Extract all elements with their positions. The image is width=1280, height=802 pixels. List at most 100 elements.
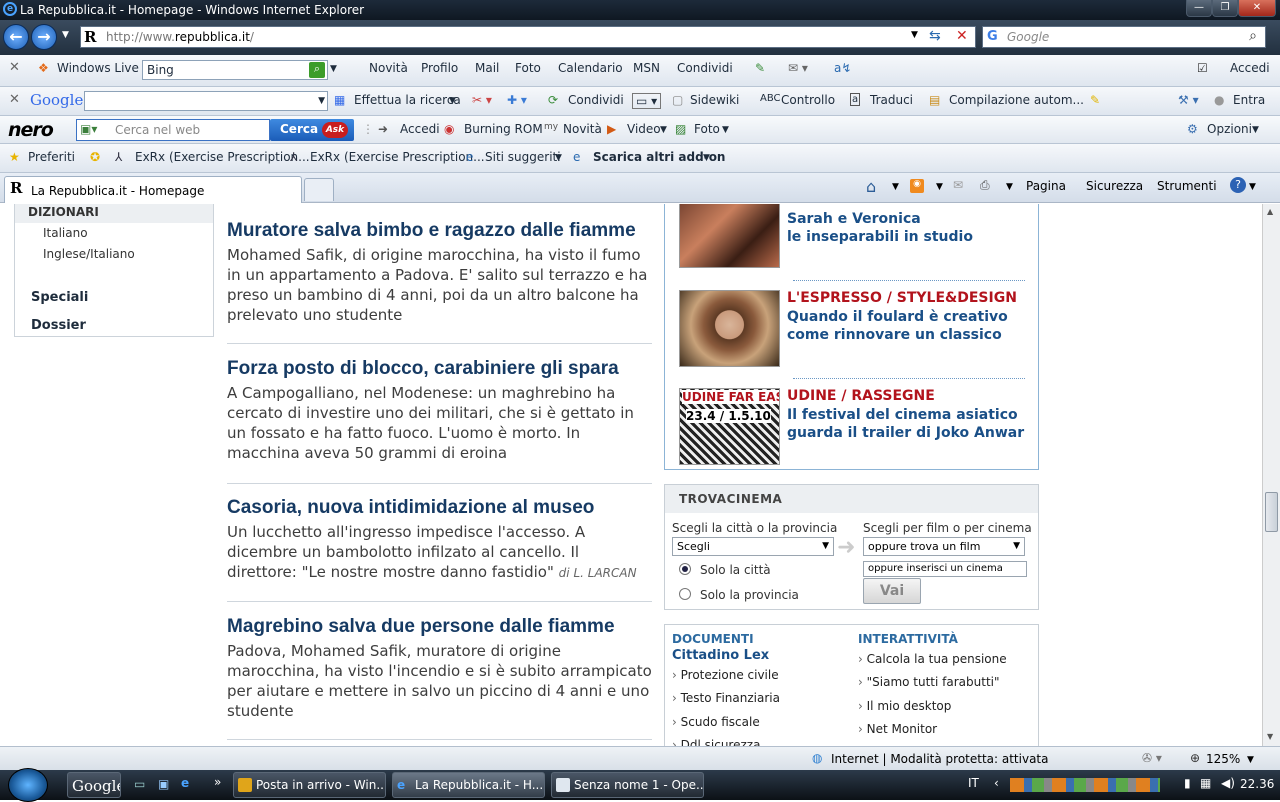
start-button[interactable] [8, 768, 48, 802]
live-item-calendario[interactable]: Calendario [558, 61, 623, 75]
close-toolbar-icon[interactable]: ✕ [9, 92, 20, 107]
scroll-down-icon[interactable]: ▼ [1267, 732, 1273, 741]
bing-dropdown-icon[interactable]: ▼ [330, 64, 337, 74]
rss-icon[interactable]: ◉ [910, 179, 924, 193]
story-headline[interactable]: Casoria, nuova intidimidazione al museo [227, 497, 652, 519]
film-select[interactable]: oppure trova un film ▼ [863, 537, 1025, 556]
nero-cerca-button[interactable]: Cerca Ask [270, 119, 354, 141]
close-window-button[interactable]: ✕ [1238, 0, 1276, 17]
popup-status-icon[interactable]: ✇ ▾ [1142, 751, 1162, 765]
plus-icon[interactable]: ✚ ▾ [507, 93, 527, 107]
vai-button[interactable]: Vai [863, 578, 921, 604]
doc-link[interactable]: Testo Finanziaria [672, 691, 780, 705]
promo-text[interactable]: le inseparabili in studio [787, 228, 973, 246]
bing-search-input[interactable]: Bing ⌕ [142, 60, 328, 80]
doc-link[interactable]: Ddl sicurezza [672, 738, 761, 746]
nero-novita[interactable]: Novità [563, 122, 602, 136]
nero-burning-rom[interactable]: Burning ROM [464, 122, 543, 136]
radio-solo-provincia[interactable] [679, 588, 691, 600]
history-dropdown-icon[interactable]: ▼ [62, 30, 69, 40]
promo-text[interactable]: come rinnovare un classico [787, 326, 1002, 344]
maximize-button[interactable]: ❐ [1212, 0, 1238, 17]
battery-icon[interactable]: ▮ [1184, 776, 1191, 790]
favorites-button[interactable]: Preferiti [28, 150, 75, 164]
promo-thumbnail[interactable] [679, 290, 780, 367]
sidebar-item-dossier[interactable]: Dossier [31, 318, 86, 333]
live-item-condividi[interactable]: Condividi [677, 61, 733, 75]
stop-icon[interactable]: ✕ [956, 28, 968, 44]
live-item-mail[interactable]: Mail [475, 61, 499, 75]
close-toolbar-icon[interactable]: ✕ [9, 60, 20, 75]
dropdown-icon[interactable]: ▼ [1252, 125, 1259, 135]
refresh-icon[interactable]: ⇆ [929, 28, 941, 44]
taskbar-item-browser[interactable]: e La Repubblica.it - H... [392, 772, 545, 798]
google-search-button[interactable]: Effettua la ricerca [354, 93, 461, 107]
address-dropdown-icon[interactable]: ▼ [911, 30, 918, 40]
address-bar[interactable]: R http://www.repubblica.it/ ▼ ⇆ ✕ [80, 26, 976, 48]
google-compilazione[interactable]: Compilazione autom... [949, 93, 1084, 107]
back-button[interactable]: ← [3, 24, 29, 50]
windows-live-brand[interactable]: Windows Live [57, 61, 139, 75]
fav-siti-suggeriti[interactable]: Siti suggeriti [485, 150, 561, 164]
nero-foto[interactable]: Foto [694, 122, 720, 136]
promo-thumbnail[interactable] [679, 204, 780, 268]
fav-exrx-2[interactable]: ExRx (Exercise Prescription... [310, 150, 485, 164]
tab-repubblica[interactable]: R La Repubblica.it - Homepage [4, 176, 302, 203]
promo-thumbnail[interactable]: UDINE FAR EAS 23.4 / 1.5.10 [679, 388, 780, 465]
doc-link[interactable]: Protezione civile [672, 668, 779, 682]
sidebar-item-inglese[interactable]: Inglese/Italiano [43, 247, 135, 261]
sidebar-item-italiano[interactable]: Italiano [43, 226, 88, 240]
taskbar-item-mail[interactable]: Posta in arrivo - Win... [233, 772, 386, 798]
zoom-dropdown-icon[interactable]: ▼ [1247, 755, 1254, 765]
new-tab-button[interactable] [304, 178, 334, 201]
desktop-icon[interactable]: ▭ [134, 777, 145, 791]
cinema-input[interactable]: oppure inserisci un cinema [863, 561, 1027, 577]
share-icon[interactable]: ✎ [755, 61, 765, 75]
google-dropdown-icon[interactable]: ▼ [318, 96, 325, 106]
clock[interactable]: 22.36 [1240, 777, 1274, 791]
google-sidewiki[interactable]: Sidewiki [690, 93, 739, 107]
promo-text[interactable]: Sarah e Veronica [787, 210, 921, 228]
google-traduci[interactable]: Traduci [870, 93, 913, 107]
live-item-profilo[interactable]: Profilo [421, 61, 458, 75]
scroll-up-icon[interactable]: ▲ [1267, 207, 1273, 216]
dropdown-icon[interactable]: ▼ [449, 96, 456, 106]
story-headline[interactable]: Forza posto di blocco, carabiniere gli s… [227, 358, 652, 380]
zoom-level[interactable]: 125% [1206, 752, 1240, 766]
promo-category[interactable]: L'ESPRESSO / STYLE&DESIGN [787, 290, 1017, 306]
dropdown-icon[interactable]: ▼ [892, 182, 899, 192]
interactive-link[interactable]: "Siamo tutti farabutti" [858, 675, 1000, 689]
popup-blocker-icon[interactable]: ▭ ▾ [632, 93, 662, 109]
google-quicklaunch[interactable]: Google [67, 772, 121, 798]
nero-video[interactable]: Video [627, 122, 661, 136]
print-icon[interactable]: ⎙ [980, 178, 990, 193]
live-item-msn[interactable]: MSN [633, 61, 660, 75]
tray-expand-icon[interactable]: ‹ [994, 776, 999, 790]
dropdown-icon[interactable]: ▼ [722, 125, 729, 135]
forward-button[interactable]: → [31, 24, 57, 50]
interactive-link[interactable]: Il mio desktop [858, 699, 952, 713]
scrollbar-thumb[interactable] [1265, 492, 1278, 532]
google-search-input[interactable]: ▼ [84, 91, 328, 111]
promo-text[interactable]: Il festival del cinema asiatico [787, 406, 1018, 424]
mail-icon[interactable]: ✉ ▾ [788, 61, 808, 75]
sidebar-item-speciali[interactable]: Speciali [31, 290, 88, 305]
quicklaunch-more-icon[interactable]: » [214, 775, 221, 789]
language-indicator[interactable]: IT [968, 776, 979, 790]
bing-go-icon[interactable]: ⌕ [309, 62, 325, 78]
vertical-scrollbar[interactable]: ▲ ▼ [1262, 204, 1280, 746]
live-accedi-button[interactable]: Accedi [1230, 61, 1270, 75]
story-headline[interactable]: Muratore salva bimbo e ragazzo dalle fia… [227, 220, 652, 242]
nero-search-input[interactable]: ▣▾ Cerca nel web [76, 119, 270, 141]
doc-link[interactable]: Scudo fiscale [672, 715, 760, 729]
ie-icon[interactable]: e [181, 776, 189, 790]
minimize-button[interactable]: — [1186, 0, 1212, 17]
search-box[interactable]: G Google ⌕ [982, 26, 1266, 48]
interactive-link[interactable]: Calcola la tua pensione [858, 652, 1007, 666]
live-item-foto[interactable]: Foto [515, 61, 541, 75]
radio-solo-citta[interactable] [679, 563, 691, 575]
home-icon[interactable]: ⌂ [866, 177, 876, 196]
system-tray-icons[interactable] [1010, 778, 1160, 792]
dropdown-icon[interactable]: ▼ [660, 125, 667, 135]
live-item-novita[interactable]: Novità [369, 61, 408, 75]
